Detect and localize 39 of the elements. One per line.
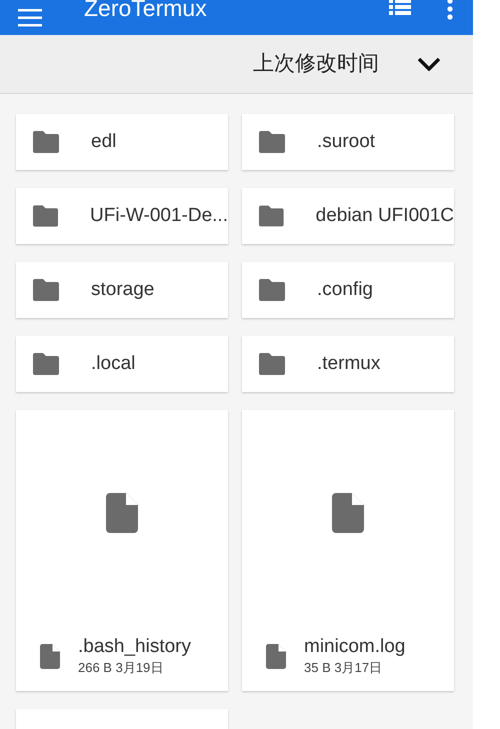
- file-name: .bash_history: [78, 635, 192, 659]
- folder-icon: [259, 205, 284, 227]
- file-meta: 35 B 3月17日: [304, 659, 384, 677]
- chevron-down-icon[interactable]: [417, 57, 441, 72]
- folder-name: .termux: [317, 352, 380, 376]
- folder-card[interactable]: storage: [16, 262, 228, 318]
- folder-icon: [33, 131, 59, 153]
- folder-card[interactable]: .suroot: [242, 114, 454, 170]
- folder-card[interactable]: .local: [16, 336, 228, 392]
- folder-card[interactable]: .config: [242, 262, 454, 318]
- menu-icon[interactable]: [18, 8, 42, 27]
- folder-card[interactable]: debian UFI001C: [242, 188, 454, 244]
- sort-label[interactable]: 上次修改时间: [253, 48, 379, 80]
- file-card[interactable]: .bash_history 266 B 3月19日: [16, 410, 228, 691]
- folder-name: .local: [91, 352, 136, 376]
- folder-icon: [259, 353, 285, 375]
- folder-icon: [33, 279, 59, 301]
- folder-icon: [259, 131, 285, 153]
- folder-name: UFi-W-001-De...: [90, 204, 228, 228]
- folder-card[interactable]: edl: [16, 114, 228, 170]
- file-icon: [40, 644, 60, 668]
- file-card[interactable]: minicom.log 35 B 3月17日: [242, 410, 454, 691]
- more-icon[interactable]: [447, 0, 453, 20]
- file-meta: 266 B 3月19日: [78, 659, 164, 677]
- folder-card[interactable]: .termux: [242, 336, 454, 392]
- file-name: minicom.log: [304, 635, 406, 659]
- folder-name: debian UFI001C: [316, 204, 454, 228]
- folder-name: .suroot: [317, 130, 376, 154]
- folder-name: edl: [91, 130, 116, 154]
- folder-icon: [259, 279, 285, 301]
- folder-name: storage: [91, 278, 154, 302]
- folder-icon: [33, 205, 58, 227]
- file-icon: [266, 644, 286, 668]
- app-title: ZeroTermux: [84, 0, 207, 24]
- folder-name: .config: [317, 278, 373, 302]
- file-icon: [106, 492, 138, 532]
- file-icon: [332, 492, 364, 532]
- folder-icon: [33, 353, 59, 375]
- folder-card[interactable]: UFi-W-001-De...: [16, 188, 228, 244]
